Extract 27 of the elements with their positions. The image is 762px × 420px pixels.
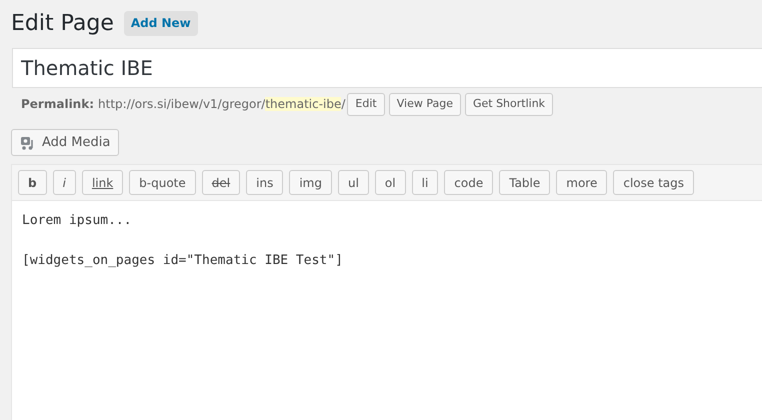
quicktag-button[interactable]: ul [338,170,369,195]
permalink-button[interactable]: View Page [388,92,461,116]
quicktag-button[interactable]: img [289,170,332,195]
permalink-label: Permalink: [21,96,94,113]
permalink-button[interactable]: Get Shortlink [464,92,554,116]
quicktag-button[interactable]: i [52,170,76,195]
editor-line: [widgets_on_pages id="Thematic IBE Test"] [22,252,343,270]
quicktag-button[interactable]: b [18,170,47,195]
quicktag-button[interactable]: link [82,170,124,195]
title-field[interactable]: Thematic IBE [12,48,762,88]
quicktag-button[interactable]: del [202,170,240,195]
page-heading: Edit Page [11,10,114,38]
editor-line: Lorem ipsum... [22,212,132,230]
quicktag-button[interactable]: Table [499,170,550,195]
permalink-url: http://ors.si/ibew/v1/gregor/thematic-ibe/ [98,96,346,113]
quicktag-button[interactable]: ol [374,170,406,195]
quicktag-button[interactable]: close tags [613,170,694,195]
permalink-button[interactable]: Edit [347,92,385,116]
add-new-button[interactable]: Add New [124,10,198,36]
quicktag-button[interactable]: code [444,170,494,195]
quicktag-button[interactable]: li [412,170,438,195]
quicktag-button[interactable]: more [556,170,608,195]
add-media-button[interactable]: Add Media [11,129,120,156]
quicktag-button[interactable]: ins [246,170,284,195]
quicktag-button[interactable]: b-quote [129,170,196,195]
editor-textarea[interactable]: Lorem ipsum... [widgets_on_pages id="Thematic IBE Test"] [12,201,762,420]
media-icon [20,134,36,150]
